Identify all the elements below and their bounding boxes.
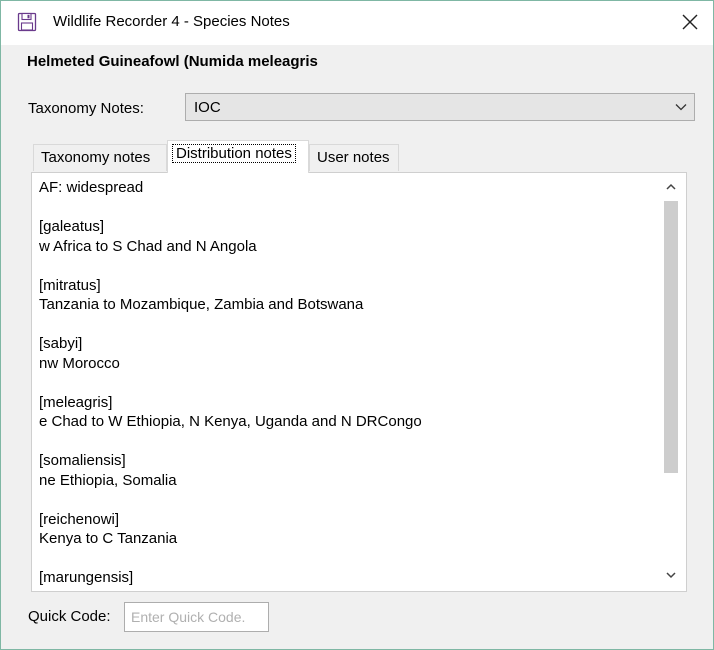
title-bar: Wildlife Recorder 4 - Species Notes (1, 1, 713, 45)
notes-line (39, 490, 657, 510)
notes-line (39, 256, 657, 276)
notes-line: [marungensis] (39, 569, 134, 586)
notes-line: w Africa to S Chad and N Angola (39, 237, 257, 255)
quick-code-input[interactable] (124, 602, 269, 632)
notes-text: AF: widespread [galeatus] w Africa to S Ch… (39, 178, 657, 588)
taxonomy-dropdown-value: IOC (194, 99, 221, 116)
window-title: Wildlife Recorder 4 - Species Notes (53, 13, 290, 30)
notes-line: [somaliensis] (39, 452, 126, 469)
scrollbar-thumb[interactable] (664, 201, 678, 473)
notes-line: nw Morocco (39, 354, 120, 372)
chevron-up-icon (665, 180, 677, 196)
tab-taxonomy-notes[interactable]: Taxonomy notes (33, 144, 167, 171)
chevron-down-icon (674, 100, 688, 117)
species-notes-window: Wildlife Recorder 4 - Species Notes Helm… (0, 0, 714, 650)
tab-label: User notes (317, 149, 390, 166)
notes-line (39, 315, 657, 335)
notes-line (39, 432, 657, 452)
tab-distribution-notes[interactable]: Distribution notes (167, 140, 309, 173)
notes-line (39, 373, 657, 393)
chevron-down-icon (665, 568, 677, 584)
scroll-down-button[interactable] (662, 567, 680, 585)
tab-label: Distribution notes (172, 144, 296, 163)
notes-line: AF: widespread (39, 179, 144, 196)
tab-label: Taxonomy notes (41, 149, 151, 166)
vertical-scrollbar[interactable] (656, 173, 686, 591)
close-button[interactable] (667, 1, 713, 45)
floppy-disk-icon (17, 12, 37, 32)
quick-code-label: Quick Code: (28, 608, 111, 625)
notes-line: [mitratus] (39, 276, 101, 294)
notes-line: e Chad to W Ethiopia, N Kenya, Uganda an… (39, 413, 422, 430)
notes-line: ne Ethiopia, Somalia (39, 471, 177, 489)
scroll-up-button[interactable] (662, 179, 680, 197)
notes-line: Kenya to C Tanzania (39, 530, 178, 547)
species-name-heading: Helmeted Guineafowl (Numida meleagris (27, 53, 318, 70)
notes-line: [reichenowi] (39, 510, 120, 528)
notes-line: Tanzania to Mozambique, Zambia and Botsw… (39, 296, 364, 313)
notes-line: [meleagris] (39, 393, 113, 411)
notes-line (39, 198, 657, 218)
tab-user-notes[interactable]: User notes (309, 144, 399, 171)
notes-line: [sabyi] (39, 335, 83, 352)
close-icon (681, 13, 699, 34)
notes-line (39, 549, 657, 569)
notes-line: [galeatus] (39, 218, 105, 235)
taxonomy-notes-label: Taxonomy Notes: (28, 100, 144, 117)
taxonomy-dropdown[interactable]: IOC (185, 93, 695, 121)
distribution-notes-textbox[interactable]: AF: widespread [galeatus] w Africa to S Ch… (31, 172, 687, 592)
